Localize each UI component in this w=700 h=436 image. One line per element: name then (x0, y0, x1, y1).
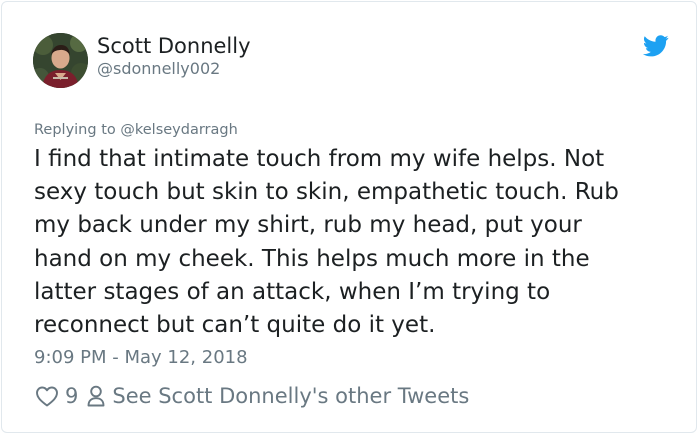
tweet-card: Scott Donnelly @sdonnelly002 Replying to… (1, 1, 697, 433)
tweet-text-line: my back under my shirt, rub my head, put… (34, 212, 582, 239)
twitter-bird-icon[interactable] (642, 35, 669, 57)
reply-mention-link[interactable]: @kelseydarragh (120, 122, 237, 138)
tweet-text-line: latter stages of an attack, when I’m try… (34, 278, 551, 305)
like-button[interactable]: 9 (35, 384, 78, 408)
like-count: 9 (65, 384, 79, 408)
tweet-actions: 9 See Scott Donnelly's other Tweets (35, 381, 469, 411)
tweet-text-line: hand on my cheek. This helps much more i… (34, 245, 590, 272)
reply-prefix: Replying to (34, 122, 116, 138)
tweet-text-line: I find that intimate touch from my wife … (34, 146, 605, 172)
other-tweets-link[interactable]: See Scott Donnelly's other Tweets (86, 384, 469, 408)
heart-icon (36, 386, 58, 407)
tweet-text: I find that intimate touch from my wife … (34, 143, 674, 342)
other-tweets-label: See Scott Donnelly's other Tweets (112, 384, 470, 408)
author-name[interactable]: Scott Donnelly (97, 33, 251, 59)
tweet-text-line: sexy touch but skin to skin, empathetic … (34, 179, 619, 206)
avatar[interactable] (33, 33, 88, 88)
author-handle[interactable]: @sdonnelly002 (97, 59, 220, 79)
person-icon (87, 385, 105, 407)
tweet-timestamp[interactable]: 9:09 PM - May 12, 2018 (34, 346, 248, 370)
reply-context: Replying to @kelseydarragh (34, 121, 238, 139)
avatar-image (33, 33, 88, 88)
tweet-text-line: reconnect but can’t quite do it yet. (34, 312, 436, 339)
